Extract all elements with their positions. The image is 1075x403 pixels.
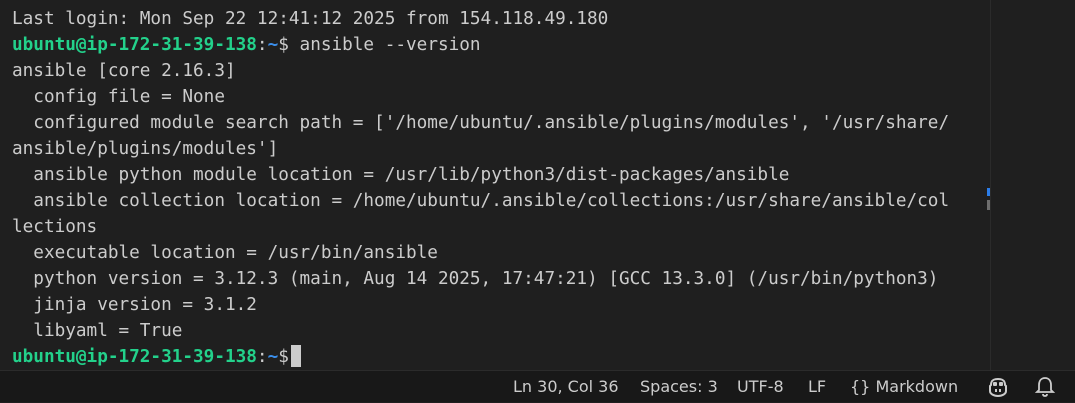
command-line: ubuntu@ip-172-31-39-138:~$ ansible --ver… [12, 32, 949, 58]
side-pane [991, 0, 1075, 370]
terminal-cursor [290, 345, 301, 367]
output-line: lections [12, 217, 98, 237]
output-line: executable location = /usr/bin/ansible [12, 243, 438, 263]
prompt-dollar: $ [278, 347, 289, 367]
encoding-indicator[interactable]: UTF-8 [737, 371, 784, 402]
output-line: ansible collection location = /home/ubun… [12, 191, 950, 211]
language-label: Markdown [875, 377, 959, 396]
output-line: ansible/plugins/modules'] [12, 139, 279, 159]
output-line: python version = 3.12.3 (main, Aug 14 20… [12, 269, 939, 289]
prompt-path: ~ [267, 35, 279, 55]
active-prompt-line[interactable]: ubuntu@ip-172-31-39-138:~$ [12, 344, 949, 370]
copilot-icon[interactable] [986, 375, 1010, 399]
output-line: ansible [core 2.16.3] [12, 61, 236, 81]
output-line: configured module search path = ['/home/… [12, 113, 950, 133]
eol-indicator[interactable]: LF [808, 371, 826, 402]
prompt-path: ~ [267, 347, 279, 367]
prompt-colon: : [256, 347, 268, 367]
indentation-indicator[interactable]: Spaces: 3 [640, 371, 718, 402]
status-bar: Ln 30, Col 36 Spaces: 3 UTF-8 LF {} Mark… [0, 370, 1075, 402]
bell-icon[interactable] [1033, 375, 1057, 399]
output-line: ansible python module location = /usr/li… [12, 165, 790, 185]
braces-icon: {} [850, 377, 871, 396]
terminal-panel[interactable]: Last login: Mon Sep 22 12:41:12 2025 fro… [0, 0, 990, 370]
prompt-colon: : [256, 35, 268, 55]
output-line: config file = None [12, 87, 225, 107]
last-login-line: Last login: Mon Sep 22 12:41:12 2025 fro… [12, 9, 609, 29]
output-line: jinja version = 3.1.2 [12, 295, 257, 315]
language-mode[interactable]: {} Markdown [850, 371, 958, 402]
output-line: libyaml = True [12, 321, 183, 341]
command-text: ansible --version [288, 35, 481, 55]
terminal-output: Last login: Mon Sep 22 12:41:12 2025 fro… [12, 6, 949, 370]
prompt-dollar: $ [278, 35, 289, 55]
cursor-position-indicator[interactable]: Ln 30, Col 36 [513, 371, 619, 402]
prompt-user: ubuntu@ip-172-31-39-138 [12, 35, 257, 55]
prompt-user: ubuntu@ip-172-31-39-138 [12, 347, 257, 367]
